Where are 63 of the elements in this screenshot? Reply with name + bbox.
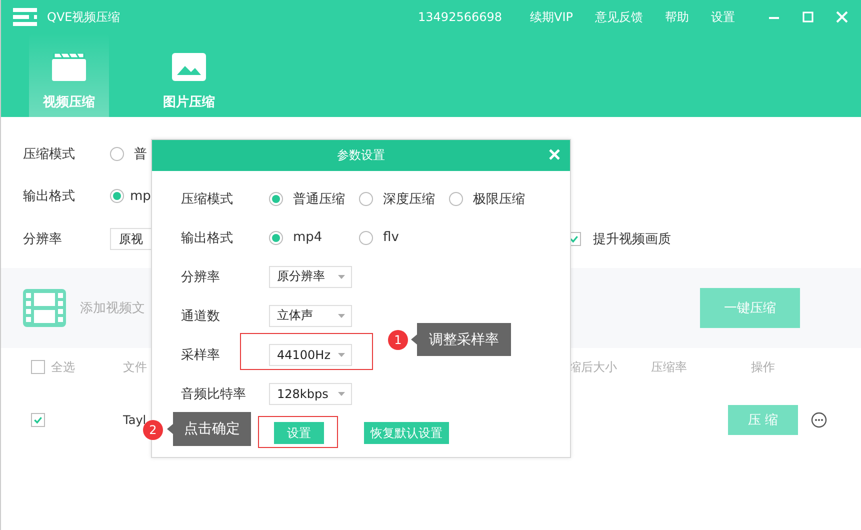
radio-button[interactable]	[110, 147, 124, 161]
option-label: 极限压缩	[473, 190, 525, 208]
dialog-title: 参数设置	[337, 147, 385, 164]
check-icon	[569, 234, 579, 244]
radio-button[interactable]	[110, 189, 124, 203]
checkbox-label: 全选	[51, 358, 75, 376]
caret-icon	[338, 274, 345, 278]
column-header: 压缩率	[651, 358, 688, 376]
caret-icon	[338, 392, 345, 396]
menu-link[interactable]: 续期VIP	[530, 8, 573, 26]
field-label: 压缩模式	[23, 146, 76, 163]
callout: 调整采样率	[411, 323, 511, 356]
confirm-button[interactable]: 设置	[274, 422, 324, 444]
phone-number: 13492566698	[418, 10, 502, 24]
checkbox[interactable]	[31, 413, 45, 427]
image-icon	[172, 53, 206, 81]
close-icon[interactable]	[835, 10, 849, 24]
field-label: 分辨率	[23, 231, 63, 248]
column-header: 操作	[750, 358, 776, 376]
dropdown[interactable]: 44100Hz	[269, 344, 352, 366]
checkbox-label: 提升视频画质	[593, 231, 671, 248]
more-icon[interactable]	[811, 412, 827, 428]
compress-all-button[interactable]: 一键压缩	[700, 288, 800, 328]
nav-tab[interactable]: 图片压缩	[149, 34, 229, 117]
callout: 点击确定	[167, 412, 251, 446]
caret-icon	[338, 314, 345, 318]
reset-button[interactable]: 恢复默认设置	[364, 422, 449, 444]
field-label: 通道数	[181, 308, 221, 324]
close-icon[interactable]	[549, 149, 560, 160]
step-badge: 2	[143, 420, 163, 440]
menu-link[interactable]: 意见反馈	[595, 8, 643, 26]
field-label: 采样率	[181, 346, 221, 364]
drop-hint: 添加视频文	[80, 300, 145, 317]
option-label: flv	[383, 230, 399, 245]
dropdown[interactable]: 原分辨率	[269, 266, 352, 288]
option-label: 普通压缩	[293, 190, 345, 208]
radio-button[interactable]	[359, 230, 373, 244]
checkbox[interactable]	[31, 360, 45, 374]
field-label: 输出格式	[23, 188, 76, 205]
field-label: 音频比特率	[181, 386, 247, 402]
column-header: 文件	[123, 358, 148, 376]
option-label: mp4	[293, 230, 322, 245]
film-icon	[23, 289, 66, 327]
caret-icon	[338, 352, 345, 356]
maximize-icon[interactable]	[801, 10, 815, 24]
field-label: 压缩模式	[181, 190, 234, 208]
check-icon	[33, 415, 43, 425]
app-title: QVE视频压缩	[47, 8, 120, 26]
clapperboard-icon	[52, 53, 86, 81]
dropdown[interactable]: 128kbps	[269, 382, 352, 404]
radio-button[interactable]	[449, 192, 463, 206]
app-logo-icon	[13, 8, 37, 26]
radio-button[interactable]	[359, 192, 373, 206]
option-label: mp	[130, 188, 151, 204]
menu-link[interactable]: 设置	[711, 8, 735, 26]
compress-button[interactable]: 压 缩	[728, 405, 798, 435]
option-label: 深度压缩	[383, 190, 435, 208]
dropdown[interactable]: 立体声	[269, 304, 352, 326]
menu-link[interactable]: 帮助	[665, 8, 689, 26]
field-label: 分辨率	[181, 268, 221, 286]
option-label: 普	[134, 146, 147, 163]
radio-button[interactable]	[269, 230, 283, 244]
radio-button[interactable]	[269, 192, 283, 206]
